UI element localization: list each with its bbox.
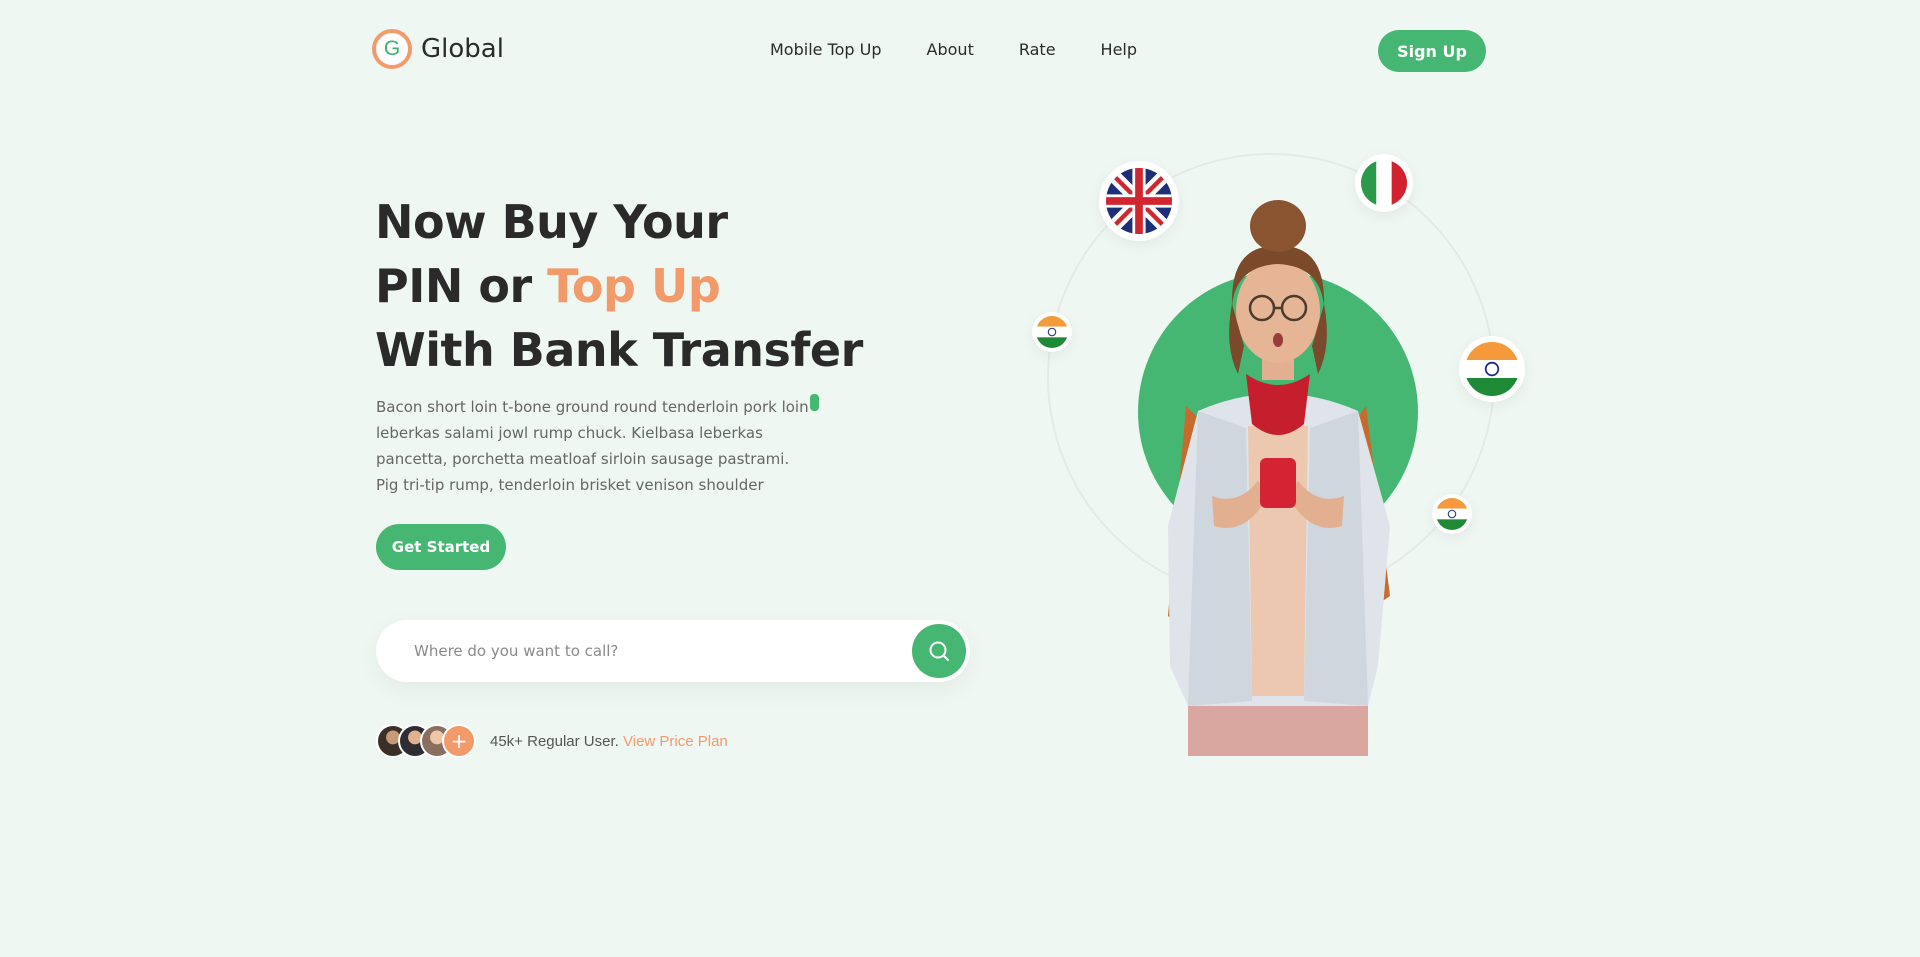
search-button[interactable]: [912, 624, 966, 678]
nav-item-help[interactable]: Help: [1101, 40, 1137, 59]
plus-icon[interactable]: +: [442, 724, 476, 758]
uk-flag-icon: [1099, 161, 1179, 241]
users-caption: 45k+ Regular User. View Price Plan: [490, 733, 728, 750]
main-nav: Mobile Top Up About Rate Help: [770, 40, 1137, 59]
india-flag-icon: [1032, 312, 1072, 352]
nav-item-rate[interactable]: Rate: [1019, 40, 1056, 59]
get-started-button[interactable]: Get Started: [376, 524, 506, 570]
hero-title-accent: Top Up: [547, 259, 721, 313]
hero-title-line1: Now Buy Your: [375, 195, 728, 249]
nav-item-mobile-top-up[interactable]: Mobile Top Up: [770, 40, 882, 59]
search-bar: [376, 620, 970, 682]
india-flag-icon: [1459, 336, 1525, 402]
logo[interactable]: G Global: [372, 29, 504, 69]
regular-users: + 45k+ Regular User. View Price Plan: [376, 724, 728, 758]
hero-description: Bacon short loin t-bone ground round ten…: [376, 398, 809, 494]
hero-title-line3: With Bank Transfer: [375, 323, 863, 377]
avatar-group: +: [376, 724, 476, 758]
hero-title: Now Buy Your PIN or Top Up With Bank Tra…: [375, 190, 863, 382]
logo-mark-icon: G: [372, 29, 412, 69]
woman-with-phone-illustration: [1168, 200, 1390, 756]
hero-title-line2: PIN or: [375, 259, 548, 313]
scroll-indicator: [810, 394, 819, 411]
view-price-plan-link[interactable]: View Price Plan: [623, 733, 728, 750]
users-count-text: 45k+ Regular User.: [490, 732, 619, 750]
italy-flag-icon: [1355, 154, 1413, 212]
search-input[interactable]: [414, 638, 884, 664]
logo-text: Global: [421, 34, 504, 64]
search-icon: [929, 641, 949, 661]
india-flag-icon: [1432, 494, 1472, 534]
sign-up-button[interactable]: Sign Up: [1378, 30, 1486, 72]
nav-item-about[interactable]: About: [927, 40, 974, 59]
